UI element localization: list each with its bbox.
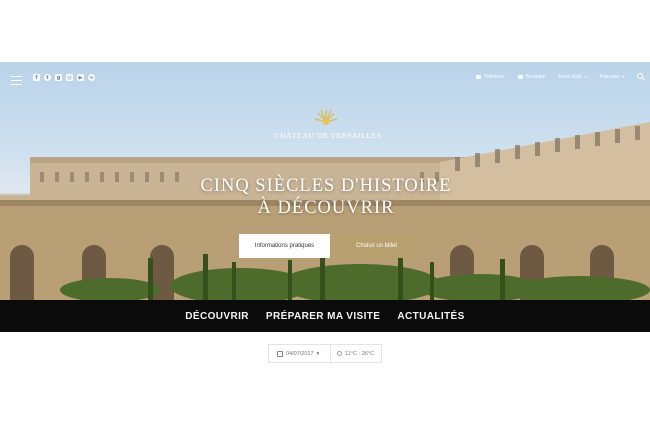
sun-icon xyxy=(337,351,342,356)
hamburger-menu-icon[interactable] xyxy=(11,76,22,85)
practical-info-button[interactable]: Informations pratiques xyxy=(239,234,330,258)
weather-value: 11°C · 26°C xyxy=(345,350,375,357)
boutique-link[interactable]: Boutique xyxy=(517,73,546,80)
youtube-icon[interactable]: ▶ xyxy=(77,74,84,81)
billetterie-link[interactable]: Billetterie xyxy=(476,74,505,80)
choose-ticket-button[interactable]: Choisir un billet xyxy=(336,234,417,258)
chevron-down-icon: ▾ xyxy=(316,350,320,357)
date-weather-widget: 04/07/2017 ▾ 11°C · 26°C xyxy=(268,344,382,363)
wechat-icon[interactable]: ∞ xyxy=(88,74,95,81)
headline-line-2: à découvrir xyxy=(257,198,395,218)
headline-line-1: Cinq siècles d'histoire xyxy=(200,176,452,196)
nous-rejoindre-label: Nous Rejo xyxy=(558,73,582,80)
main-navigation: DÉCOUVRIR PRÉPARER MA VISITE ACTUALITÉS xyxy=(0,300,650,332)
chevron-down-icon: ▾ xyxy=(621,74,624,79)
google-plus-icon[interactable]: g xyxy=(55,74,62,81)
twitter-icon[interactable]: t xyxy=(44,74,51,81)
billetterie-label: Billetterie xyxy=(484,73,505,80)
date-value: 04/07/2017 xyxy=(286,350,314,357)
logo-text: CHÂTEAU DE VERSAILLES xyxy=(274,131,382,140)
language-label: Français xyxy=(599,73,619,80)
language-dropdown[interactable]: Français ▾ xyxy=(600,74,624,80)
calendar-icon xyxy=(277,350,283,357)
shop-icon xyxy=(517,74,523,79)
date-picker[interactable]: 04/07/2017 ▾ xyxy=(269,345,331,362)
top-bar: f t g ◎ ▶ ∞ Billetterie Boutique Nous Re… xyxy=(0,70,650,92)
social-links: f t g ◎ ▶ ∞ xyxy=(33,74,95,81)
nav-actualites[interactable]: ACTUALITÉS xyxy=(397,311,464,322)
weather-info: 11°C · 26°C xyxy=(331,351,374,357)
search-icon[interactable] xyxy=(637,73,644,80)
boutique-label: Boutique xyxy=(525,73,546,80)
chevron-down-icon: ▾ xyxy=(584,74,587,79)
ticket-icon xyxy=(476,74,482,79)
nav-decouvrir[interactable]: DÉCOUVRIR xyxy=(185,311,249,322)
nav-preparer-visite[interactable]: PRÉPARER MA VISITE xyxy=(266,311,380,322)
facebook-icon[interactable]: f xyxy=(33,74,40,81)
top-navigation: Billetterie Boutique Nous Rejo ▾ Françai… xyxy=(476,73,644,80)
hero-headline: Cinq siècles d'histoire à découvrir xyxy=(150,175,502,219)
chateau-logo[interactable]: CHÂTEAU DE VERSAILLES xyxy=(268,110,388,146)
page: f t g ◎ ▶ ∞ Billetterie Boutique Nous Re… xyxy=(0,0,650,433)
instagram-icon[interactable]: ◎ xyxy=(66,74,73,81)
nous-rejoindre-dropdown[interactable]: Nous Rejo ▾ xyxy=(558,74,586,80)
